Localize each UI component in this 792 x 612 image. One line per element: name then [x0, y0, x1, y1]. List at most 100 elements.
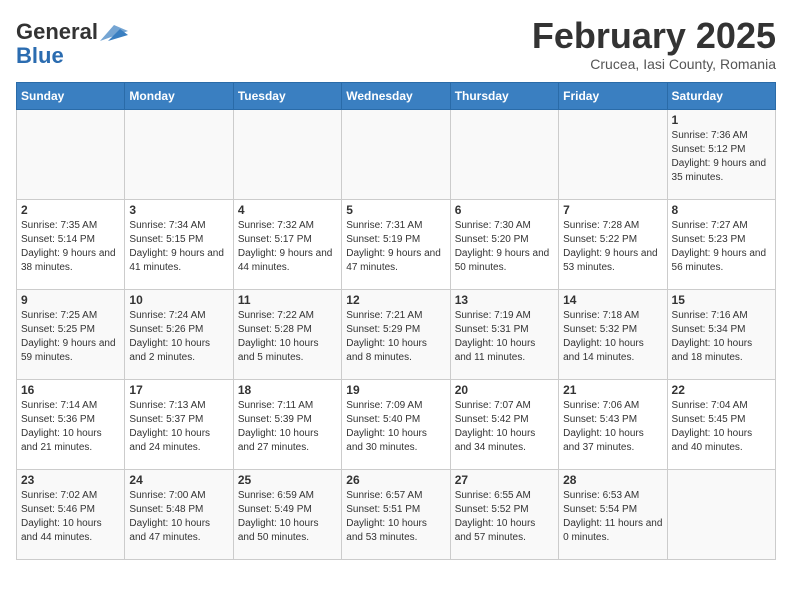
day-info: Sunrise: 7:36 AM Sunset: 5:12 PM Dayligh… [672, 129, 771, 185]
calendar-cell: 24Sunrise: 7:00 AM Sunset: 5:48 PM Dayli… [125, 469, 233, 559]
calendar-week-row: 23 Sunrise: 7:02 AM Sunset: 5:46 PM Dayli… [17, 469, 776, 559]
calendar-week-row: 9 Sunrise: 7:25 AM Sunset: 5:25 PM Daylig… [17, 289, 776, 379]
calendar-cell: 4 Sunrise: 7:32 AM Sunset: 5:17 PM Daylig… [233, 199, 341, 289]
calendar-week-row: 2Sunrise: 7:35 AM Sunset: 5:14 PM Daylig… [17, 199, 776, 289]
day-info: Sunrise: 7:30 AM Sunset: 5:20 PM Dayligh… [455, 219, 554, 275]
day-number: 8 [672, 203, 771, 217]
day-info: Sunrise: 7:21 AM Sunset: 5:29 PM Dayligh… [346, 309, 445, 365]
weekday-header: Sunday [17, 82, 125, 109]
weekday-header: Wednesday [342, 82, 450, 109]
day-number: 12 [346, 293, 445, 307]
day-number: 7 [563, 203, 662, 217]
day-info: Sunrise: 7:27 AM Sunset: 5:23 PM Dayligh… [672, 219, 771, 275]
day-number: 17 [129, 383, 228, 397]
logo-blue: Blue [16, 43, 64, 68]
day-info: Sunrise: 7:19 AM Sunset: 5:31 PM Dayligh… [455, 309, 554, 365]
calendar-cell [17, 109, 125, 199]
day-number: 1 [672, 113, 771, 127]
weekday-header: Saturday [667, 82, 775, 109]
logo-icon [100, 23, 128, 43]
calendar-cell [667, 469, 775, 559]
calendar-cell: 27 Sunrise: 6:55 AM Sunset: 5:52 PM Dayli… [450, 469, 558, 559]
calendar-cell [125, 109, 233, 199]
calendar-cell: 26 Sunrise: 6:57 AM Sunset: 5:51 PM Dayli… [342, 469, 450, 559]
calendar-cell: 6 Sunrise: 7:30 AM Sunset: 5:20 PM Daylig… [450, 199, 558, 289]
day-number: 5 [346, 203, 445, 217]
day-number: 2 [21, 203, 120, 217]
calendar-cell: 2Sunrise: 7:35 AM Sunset: 5:14 PM Daylig… [17, 199, 125, 289]
calendar-table: SundayMondayTuesdayWednesdayThursdayFrid… [16, 82, 776, 560]
title-block: February 2025 Crucea, Iasi County, Roman… [532, 16, 776, 72]
calendar-cell: 15 Sunrise: 7:16 AM Sunset: 5:34 PM Dayli… [667, 289, 775, 379]
day-number: 13 [455, 293, 554, 307]
day-info: Sunrise: 7:00 AM Sunset: 5:48 PM Dayligh… [129, 489, 228, 545]
day-number: 28 [563, 473, 662, 487]
calendar-cell: 12 Sunrise: 7:21 AM Sunset: 5:29 PM Dayli… [342, 289, 450, 379]
day-info: Sunrise: 7:25 AM Sunset: 5:25 PM Dayligh… [21, 309, 120, 365]
calendar-cell: 22 Sunrise: 7:04 AM Sunset: 5:45 PM Dayli… [667, 379, 775, 469]
day-info: Sunrise: 7:07 AM Sunset: 5:42 PM Dayligh… [455, 399, 554, 455]
day-number: 16 [21, 383, 120, 397]
day-number: 19 [346, 383, 445, 397]
day-number: 4 [238, 203, 337, 217]
calendar-cell [450, 109, 558, 199]
day-info: Sunrise: 7:16 AM Sunset: 5:34 PM Dayligh… [672, 309, 771, 365]
day-number: 9 [21, 293, 120, 307]
day-number: 15 [672, 293, 771, 307]
day-info: Sunrise: 7:22 AM Sunset: 5:28 PM Dayligh… [238, 309, 337, 365]
calendar-cell: 20 Sunrise: 7:07 AM Sunset: 5:42 PM Dayli… [450, 379, 558, 469]
day-number: 27 [455, 473, 554, 487]
day-number: 21 [563, 383, 662, 397]
calendar-cell: 28 Sunrise: 6:53 AM Sunset: 5:54 PM Dayli… [559, 469, 667, 559]
day-number: 10 [129, 293, 228, 307]
calendar-cell: 9 Sunrise: 7:25 AM Sunset: 5:25 PM Daylig… [17, 289, 125, 379]
calendar-cell: 5Sunrise: 7:31 AM Sunset: 5:19 PM Daylig… [342, 199, 450, 289]
calendar-cell: 7 Sunrise: 7:28 AM Sunset: 5:22 PM Daylig… [559, 199, 667, 289]
calendar-header-row: SundayMondayTuesdayWednesdayThursdayFrid… [17, 82, 776, 109]
day-number: 20 [455, 383, 554, 397]
calendar-cell: 3Sunrise: 7:34 AM Sunset: 5:15 PM Daylig… [125, 199, 233, 289]
day-info: Sunrise: 7:13 AM Sunset: 5:37 PM Dayligh… [129, 399, 228, 455]
day-info: Sunrise: 7:02 AM Sunset: 5:46 PM Dayligh… [21, 489, 120, 545]
day-info: Sunrise: 7:28 AM Sunset: 5:22 PM Dayligh… [563, 219, 662, 275]
logo: General Blue [16, 20, 128, 68]
day-number: 6 [455, 203, 554, 217]
page-header: General Blue February 2025 Crucea, Iasi … [16, 16, 776, 72]
month-title: February 2025 [532, 16, 776, 56]
day-info: Sunrise: 7:32 AM Sunset: 5:17 PM Dayligh… [238, 219, 337, 275]
calendar-cell: 19 Sunrise: 7:09 AM Sunset: 5:40 PM Dayli… [342, 379, 450, 469]
calendar-cell: 14 Sunrise: 7:18 AM Sunset: 5:32 PM Dayli… [559, 289, 667, 379]
location: Crucea, Iasi County, Romania [532, 56, 776, 72]
weekday-header: Monday [125, 82, 233, 109]
day-number: 26 [346, 473, 445, 487]
day-info: Sunrise: 7:14 AM Sunset: 5:36 PM Dayligh… [21, 399, 120, 455]
calendar-cell: 16 Sunrise: 7:14 AM Sunset: 5:36 PM Dayli… [17, 379, 125, 469]
day-info: Sunrise: 7:11 AM Sunset: 5:39 PM Dayligh… [238, 399, 337, 455]
day-number: 14 [563, 293, 662, 307]
calendar-cell [233, 109, 341, 199]
weekday-header: Thursday [450, 82, 558, 109]
day-number: 22 [672, 383, 771, 397]
day-info: Sunrise: 6:55 AM Sunset: 5:52 PM Dayligh… [455, 489, 554, 545]
day-number: 11 [238, 293, 337, 307]
day-number: 23 [21, 473, 120, 487]
day-info: Sunrise: 7:18 AM Sunset: 5:32 PM Dayligh… [563, 309, 662, 365]
logo-general: General [16, 20, 98, 44]
calendar-cell: 11 Sunrise: 7:22 AM Sunset: 5:28 PM Dayli… [233, 289, 341, 379]
day-info: Sunrise: 6:57 AM Sunset: 5:51 PM Dayligh… [346, 489, 445, 545]
day-info: Sunrise: 7:09 AM Sunset: 5:40 PM Dayligh… [346, 399, 445, 455]
day-info: Sunrise: 6:53 AM Sunset: 5:54 PM Dayligh… [563, 489, 662, 545]
day-info: Sunrise: 7:24 AM Sunset: 5:26 PM Dayligh… [129, 309, 228, 365]
calendar-cell: 13 Sunrise: 7:19 AM Sunset: 5:31 PM Dayli… [450, 289, 558, 379]
day-number: 18 [238, 383, 337, 397]
calendar-cell: 10 Sunrise: 7:24 AM Sunset: 5:26 PM Dayli… [125, 289, 233, 379]
day-info: Sunrise: 6:59 AM Sunset: 5:49 PM Dayligh… [238, 489, 337, 545]
calendar-cell: 25 Sunrise: 6:59 AM Sunset: 5:49 PM Dayli… [233, 469, 341, 559]
day-info: Sunrise: 7:34 AM Sunset: 5:15 PM Dayligh… [129, 219, 228, 275]
calendar-cell: 23 Sunrise: 7:02 AM Sunset: 5:46 PM Dayli… [17, 469, 125, 559]
calendar-cell [342, 109, 450, 199]
calendar-cell: 8 Sunrise: 7:27 AM Sunset: 5:23 PM Daylig… [667, 199, 775, 289]
calendar-week-row: 1 Sunrise: 7:36 AM Sunset: 5:12 PM Daylig… [17, 109, 776, 199]
day-info: Sunrise: 7:04 AM Sunset: 5:45 PM Dayligh… [672, 399, 771, 455]
day-number: 25 [238, 473, 337, 487]
